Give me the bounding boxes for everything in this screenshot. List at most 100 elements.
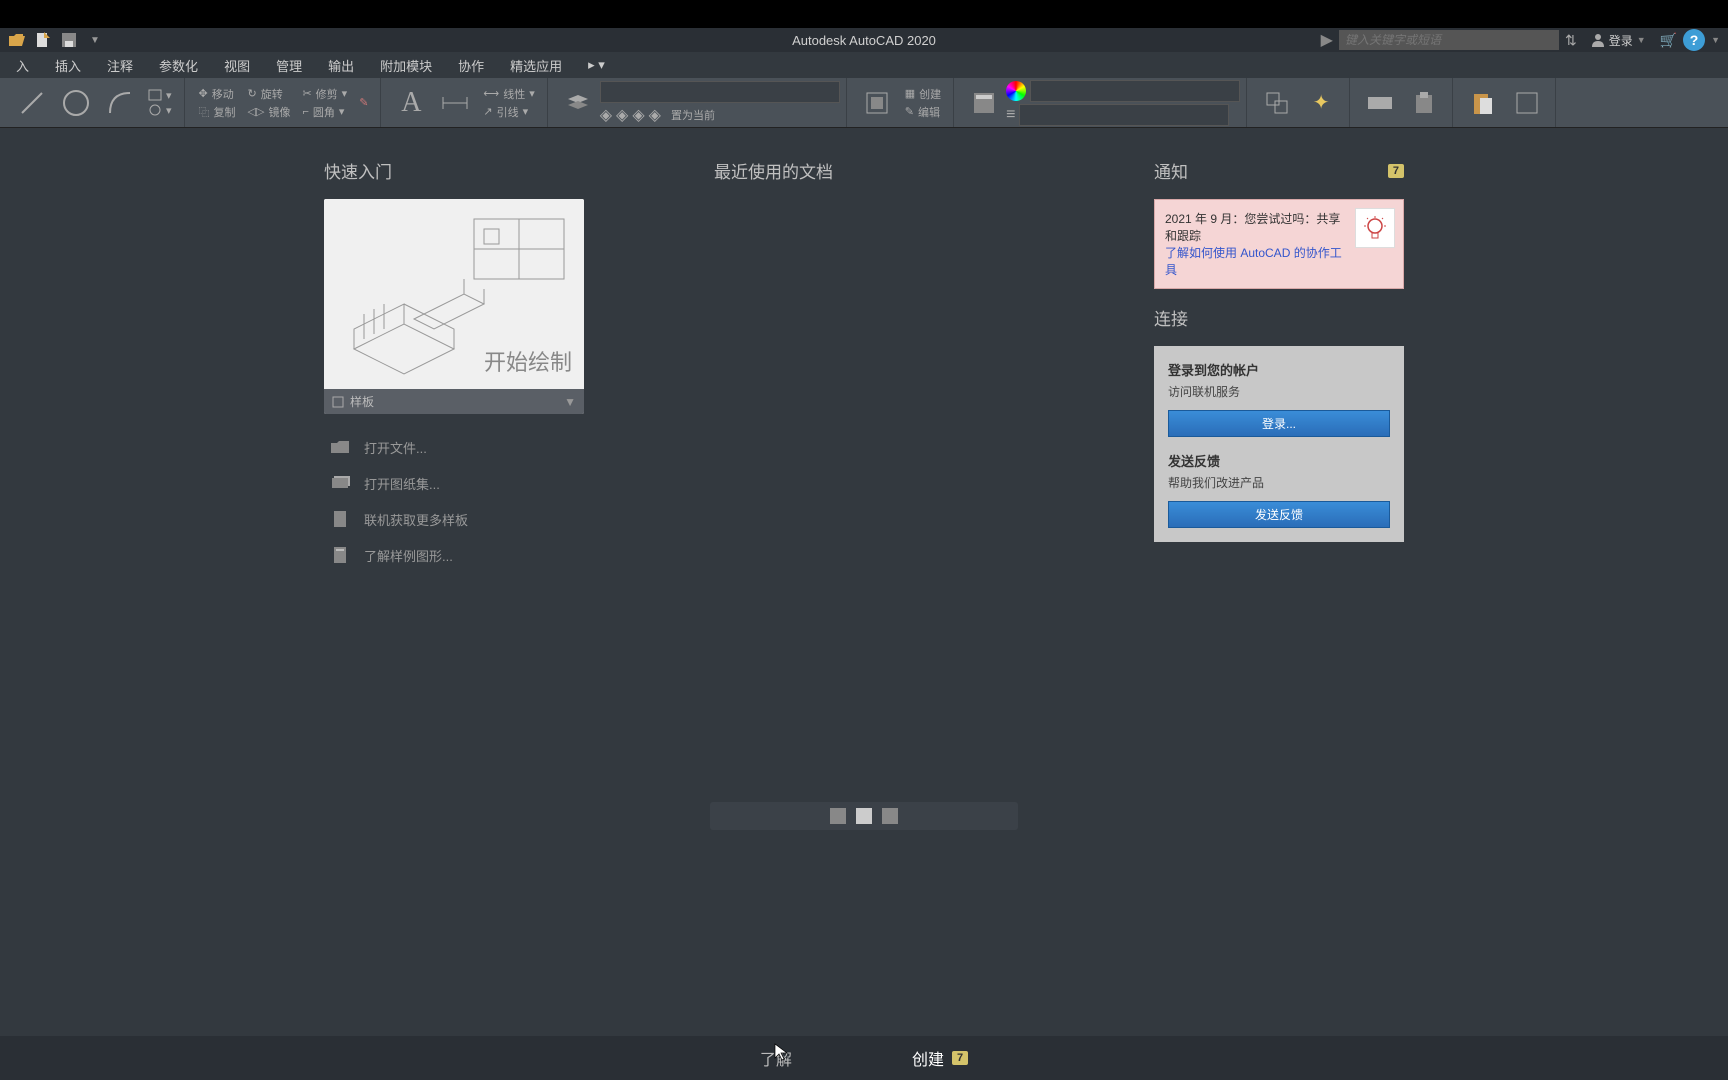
text-tool[interactable]: A: [389, 78, 433, 127]
color-dropdown[interactable]: [1030, 80, 1240, 102]
feedback-button[interactable]: 发送反馈: [1168, 501, 1390, 528]
menu-item[interactable]: 输出: [316, 53, 366, 78]
paste-tool[interactable]: [1461, 78, 1505, 127]
circle-tool[interactable]: [54, 78, 98, 127]
layer-icon[interactable]: ◈: [616, 105, 628, 125]
menu-item[interactable]: 视图: [212, 53, 262, 78]
link-label: 打开图纸集...: [364, 474, 440, 493]
menu-item[interactable]: 协作: [446, 53, 496, 78]
login-title: 登录到您的帐户: [1168, 360, 1390, 379]
view-grid-icon[interactable]: [856, 808, 872, 824]
open-icon[interactable]: [8, 31, 26, 49]
color-picker-icon[interactable]: [1006, 81, 1026, 101]
menu-item[interactable]: 参数化: [147, 53, 210, 78]
menu-item[interactable]: 插入: [43, 53, 93, 78]
layer-icon[interactable]: ◈: [632, 105, 644, 125]
menubar: 入 插入 注释 参数化 视图 管理 输出 附加模块 协作 精选应用 ▸ ▾: [0, 52, 1728, 78]
layer-dropdown[interactable]: [600, 81, 840, 103]
template-icon: [332, 396, 344, 408]
search-input[interactable]: [1339, 30, 1559, 50]
view-tool[interactable]: [1505, 78, 1549, 127]
properties-tool[interactable]: [962, 78, 1006, 127]
mirror-tool[interactable]: ◁▷镜像: [242, 103, 297, 121]
cart-icon[interactable]: 🛒: [1660, 32, 1677, 49]
arc-tool[interactable]: [98, 78, 142, 127]
group-tool[interactable]: [1255, 78, 1299, 127]
erase-tool[interactable]: ✎: [353, 95, 374, 110]
menu-play-icon[interactable]: ▸ ▾: [576, 54, 617, 76]
ribbon: ▾ ▾ ✥移动 ⿻复制 ↻旋转 ◁▷镜像 ✂修剪 ▾ ⌐圆角 ▾ ✎ A: [0, 78, 1728, 128]
login-label: 登录: [1609, 32, 1633, 49]
save-icon[interactable]: [60, 31, 78, 49]
sample-drawings-link[interactable]: 了解样例图形...: [324, 542, 674, 568]
notification-card[interactable]: 2021 年 9 月：您尝试过吗：共享和跟踪 了解如何使用 AutoCAD 的协…: [1154, 199, 1404, 289]
drawing-icon: [328, 545, 352, 565]
rotate-tool[interactable]: ↻旋转: [242, 85, 297, 103]
linear-dim[interactable]: ⟷线性 ▾: [477, 85, 540, 103]
learn-tab[interactable]: 了解: [760, 1046, 792, 1070]
lineweight-dropdown[interactable]: [1019, 104, 1229, 126]
lineweight-icon[interactable]: ≡: [1006, 106, 1015, 124]
connect-title: 连接: [1154, 305, 1404, 330]
open-sheet-set-link[interactable]: 打开图纸集...: [324, 470, 674, 496]
app-title: Autodesk AutoCAD 2020: [792, 33, 936, 48]
menu-item[interactable]: 精选应用: [498, 53, 574, 78]
user-icon: [1591, 33, 1605, 47]
trim-tool[interactable]: ✂修剪 ▾: [296, 85, 353, 103]
menu-item[interactable]: 管理: [264, 53, 314, 78]
layer-tool[interactable]: [556, 78, 600, 127]
template-label: 样板: [350, 393, 374, 410]
chevron-down-icon: ▼: [564, 395, 576, 409]
rect-tool[interactable]: ▾: [142, 88, 178, 103]
login-button[interactable]: 登录 ▼: [1583, 32, 1654, 49]
tab-label: 创建: [912, 1046, 944, 1070]
search-glyph-icon: ▶: [1321, 30, 1333, 50]
menu-item[interactable]: 注释: [95, 53, 145, 78]
fillet-tool[interactable]: ⌐圆角 ▾: [296, 103, 353, 121]
lightbulb-icon: [1355, 208, 1395, 248]
new-icon[interactable]: [34, 31, 52, 49]
quickstart-title: 快速入门: [324, 158, 674, 183]
clipboard-tool[interactable]: [1402, 78, 1446, 127]
line-tool[interactable]: [10, 78, 54, 127]
link-label: 了解样例图形...: [364, 546, 453, 565]
open-file-link[interactable]: 打开文件...: [324, 434, 674, 460]
leader-tool[interactable]: ↗引线 ▾: [477, 103, 540, 121]
signin-button[interactable]: 登录...: [1168, 410, 1390, 437]
template-dropdown[interactable]: 样板 ▼: [324, 389, 584, 414]
dropdown-icon[interactable]: ▼: [86, 31, 104, 49]
layer-icon[interactable]: ◈: [600, 105, 612, 125]
view-list-icon[interactable]: [830, 808, 846, 824]
util-tool[interactable]: ✦: [1299, 78, 1343, 127]
tab-label: 了解: [760, 1046, 792, 1070]
view-large-icon[interactable]: [882, 808, 898, 824]
get-templates-link[interactable]: 联机获取更多样板: [324, 506, 674, 532]
block-tool[interactable]: [855, 78, 899, 127]
help-icon[interactable]: ?: [1683, 29, 1705, 51]
notification-link[interactable]: 了解如何使用 AutoCAD 的协作工具: [1165, 244, 1393, 278]
bottom-tabs: 了解 创建 7: [0, 1036, 1728, 1080]
block-create[interactable]: ▦创建: [899, 85, 947, 103]
block-edit[interactable]: ✎编辑: [899, 103, 947, 121]
layer-icon[interactable]: ◈: [649, 105, 661, 125]
notification-badge: 7: [1388, 164, 1404, 178]
dimension-tool[interactable]: [433, 78, 477, 127]
hatch-tool[interactable]: ▾: [142, 103, 178, 118]
feedback-title: 发送反馈: [1168, 451, 1390, 470]
notifications-title: 通知: [1154, 158, 1188, 183]
menu-item[interactable]: 附加模块: [368, 53, 444, 78]
titlebar: ▼ Autodesk AutoCAD 2020 ▶ ⇅ 登录 ▼ 🛒 ? ▼: [0, 28, 1728, 52]
connect-panel: 登录到您的帐户 访问联机服务 登录... 发送反馈 帮助我们改进产品 发送反馈: [1154, 346, 1404, 542]
menu-item[interactable]: 入: [4, 53, 41, 78]
measure-tool[interactable]: [1358, 78, 1402, 127]
set-current[interactable]: 置为当前: [665, 106, 721, 124]
move-tool[interactable]: ✥移动: [193, 85, 242, 103]
quick-access-toolbar: ▼: [0, 31, 112, 49]
exchange-icon[interactable]: ⇅: [1565, 32, 1577, 49]
create-tab[interactable]: 创建 7: [912, 1046, 968, 1070]
link-label: 联机获取更多样板: [364, 510, 468, 529]
tab-badge: 7: [952, 1051, 968, 1065]
copy-tool[interactable]: ⿻复制: [193, 103, 242, 121]
start-drawing-card[interactable]: 开始绘制 样板 ▼: [324, 199, 584, 414]
folder-icon: [328, 437, 352, 457]
